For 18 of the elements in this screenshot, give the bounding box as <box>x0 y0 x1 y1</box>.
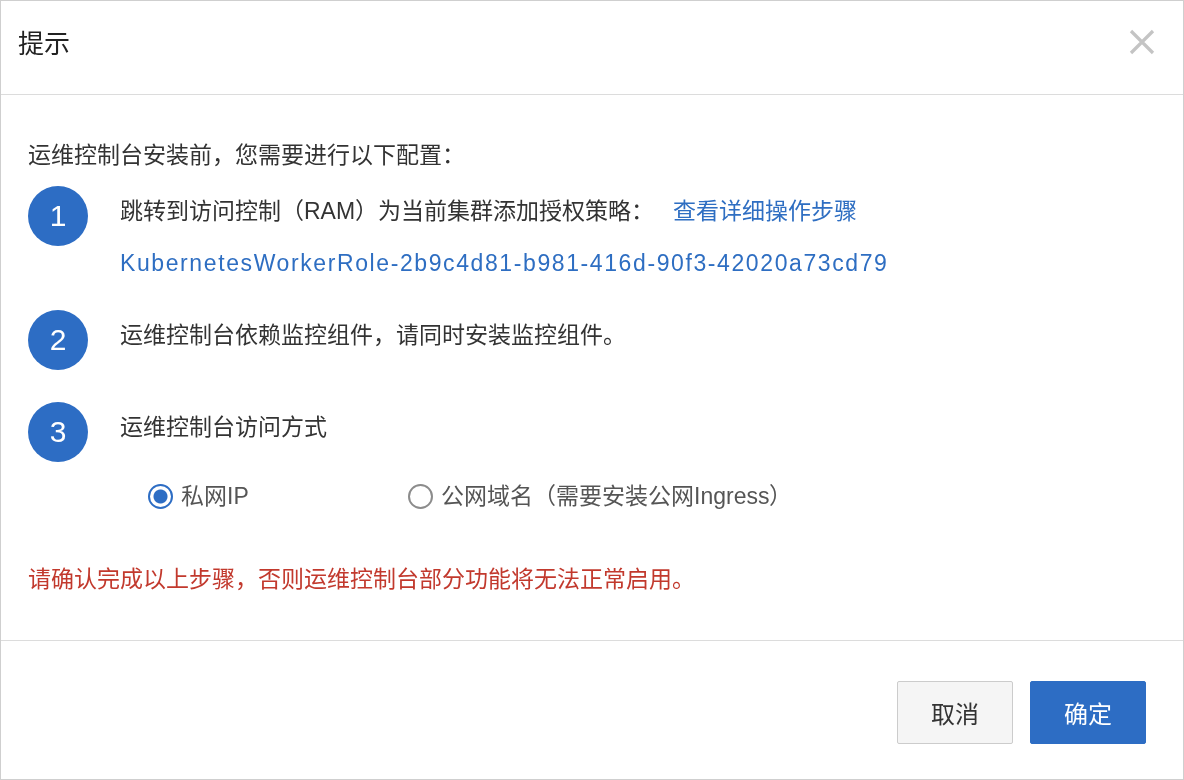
intro-text: 运维控制台安装前，您需要进行以下配置： <box>28 141 466 170</box>
step-number: 1 <box>28 186 88 246</box>
step-text: 跳转到访问控制（RAM）为当前集群添加授权策略： <box>120 198 655 224</box>
radio-label[interactable]: 公网域名（需要安装公网Ingress） <box>441 481 793 511</box>
step-number: 2 <box>28 310 88 370</box>
radio-label[interactable]: 私网IP <box>181 481 249 511</box>
warning-text: 请确认完成以上步骤，否则运维控制台部分功能将无法正常启用。 <box>28 565 696 594</box>
confirm-button[interactable]: 确定 <box>1030 681 1146 744</box>
dialog-title: 提示 <box>18 27 70 60</box>
cancel-button[interactable]: 取消 <box>897 681 1013 744</box>
step-text: 运维控制台依赖监控组件，请同时安装监控组件。 <box>120 322 626 348</box>
close-icon[interactable] <box>1129 28 1155 55</box>
role-link[interactable]: KubernetesWorkerRole-2b9c4d81-b981-416d-90f3-42020a73cd79 <box>120 250 889 276</box>
radio-button[interactable] <box>148 483 173 509</box>
radio-button[interactable] <box>408 483 433 509</box>
step-number: 3 <box>28 402 88 462</box>
step-text: 运维控制台访问方式 <box>120 414 327 440</box>
details-link[interactable]: 查看详细操作步骤 <box>672 198 857 224</box>
